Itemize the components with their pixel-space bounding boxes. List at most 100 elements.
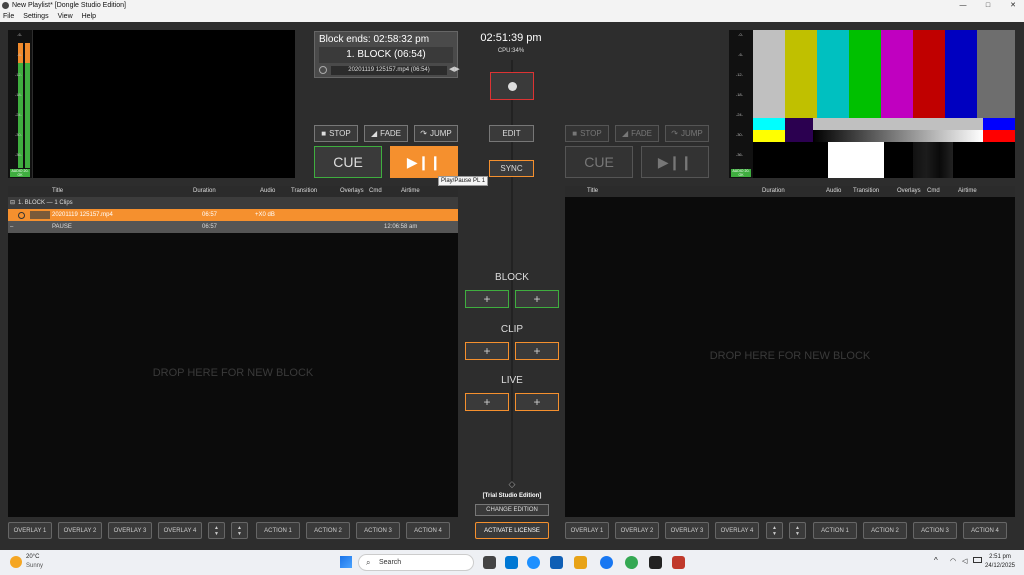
record-button[interactable] xyxy=(490,72,534,100)
action-2-left[interactable]: ACTION 2 xyxy=(306,522,350,539)
col-transition[interactable]: Transition xyxy=(291,188,317,194)
meter-level-label: -18- xyxy=(14,92,22,97)
clip-title: 20201119 125157.mp4 xyxy=(52,212,113,218)
wifi-icon[interactable]: ◠ xyxy=(950,557,956,565)
add-clip-left-button[interactable]: + xyxy=(465,342,509,360)
action-2-right[interactable]: ACTION 2 xyxy=(863,522,907,539)
updown-2-left[interactable]: ▲ ▼ xyxy=(231,522,248,539)
action-4-left[interactable]: ACTION 4 xyxy=(406,522,450,539)
drop-zone-left[interactable]: DROP HERE FOR NEW BLOCK xyxy=(8,367,458,379)
add-live-right-button[interactable]: + xyxy=(515,393,559,411)
right-list-header: Title Duration Audio Transition Overlays… xyxy=(565,186,1015,197)
jump-button-left[interactable]: ↷ JUMP xyxy=(414,125,458,142)
splitter-icon[interactable]: ◇ xyxy=(502,479,522,490)
meter-level-label: -30- xyxy=(14,132,22,137)
col-cmd[interactable]: Cmd xyxy=(927,188,940,194)
play-pause-button-left[interactable]: ▶❙❙ xyxy=(390,146,458,178)
col-duration[interactable]: Duration xyxy=(762,188,785,194)
add-clip-right-button[interactable]: + xyxy=(515,342,559,360)
store-icon[interactable] xyxy=(550,556,563,569)
pause-airtime: 12:06:58 am xyxy=(384,224,418,230)
action-1-right[interactable]: ACTION 1 xyxy=(813,522,857,539)
minimize-button[interactable]: — xyxy=(955,0,971,11)
col-audio[interactable]: Audio xyxy=(826,188,841,194)
tray-chevron-icon[interactable]: ^ xyxy=(934,556,938,565)
overlay-2-right[interactable]: OVERLAY 2 xyxy=(615,522,659,539)
action-4-right[interactable]: ACTION 4 xyxy=(963,522,1007,539)
add-block-right-button[interactable]: + xyxy=(515,290,559,308)
menu-view[interactable]: View xyxy=(58,13,73,20)
media-player-icon[interactable] xyxy=(649,556,662,569)
add-live-left-button[interactable]: + xyxy=(465,393,509,411)
clock: 02:51:39 pm xyxy=(480,32,542,44)
app-icon-red[interactable] xyxy=(672,556,685,569)
col-title[interactable]: Title xyxy=(587,188,598,194)
add-block-left-button[interactable]: + xyxy=(465,290,509,308)
action-1-left[interactable]: ACTION 1 xyxy=(256,522,300,539)
facebook-icon[interactable] xyxy=(600,556,613,569)
pause-row[interactable]: – PAUSE 06:57 12:06:58 am xyxy=(8,221,458,233)
col-transition[interactable]: Transition xyxy=(853,188,879,194)
col-overlays[interactable]: Overlays xyxy=(897,188,921,194)
audio-ok-label: AUDIO 20-OK xyxy=(731,169,751,177)
taskbar-date[interactable]: 24/12/2025 xyxy=(980,563,1020,569)
right-playlist[interactable]: DROP HERE FOR NEW BLOCK xyxy=(565,197,1015,517)
overlay-1-right[interactable]: OVERLAY 1 xyxy=(565,522,609,539)
task-view-icon[interactable] xyxy=(483,556,496,569)
overlay-1-left[interactable]: OVERLAY 1 xyxy=(8,522,52,539)
clip-thumbnail xyxy=(30,211,50,219)
col-title[interactable]: Title xyxy=(52,188,63,194)
overlay-2-left[interactable]: OVERLAY 2 xyxy=(58,522,102,539)
weather-icon[interactable] xyxy=(10,556,22,568)
file-manager-icon[interactable] xyxy=(505,556,518,569)
drop-zone-right[interactable]: DROP HERE FOR NEW BLOCK xyxy=(565,350,1015,362)
play-pause-button-right[interactable]: ▶❙❙ xyxy=(641,146,709,178)
folder-icon[interactable] xyxy=(574,556,587,569)
overlay-4-left[interactable]: OVERLAY 4 xyxy=(158,522,202,539)
updown-1-left[interactable]: ▲ ▼ xyxy=(208,522,225,539)
title-bar: New Playlist* [Dongle Studio Edition] — … xyxy=(0,0,1024,11)
overlay-4-right[interactable]: OVERLAY 4 xyxy=(715,522,759,539)
volume-icon[interactable]: ◁ xyxy=(962,557,967,565)
clip-label: CLIP xyxy=(500,324,524,335)
collapse-icon[interactable]: ⊟ xyxy=(10,197,15,209)
action-3-left[interactable]: ACTION 3 xyxy=(356,522,400,539)
cue-button-right[interactable]: CUE xyxy=(565,146,633,178)
chrome-icon[interactable] xyxy=(625,556,638,569)
menu-settings[interactable]: Settings xyxy=(23,13,48,20)
stop-button-left[interactable]: ■ STOP xyxy=(314,125,358,142)
updown-2-right[interactable]: ▲ ▼ xyxy=(789,522,806,539)
block-row[interactable]: ⊟ 1. BLOCK — 1 Clips xyxy=(8,197,458,209)
stop-button-right[interactable]: ■ STOP xyxy=(565,125,609,142)
col-airtime[interactable]: Airtime xyxy=(401,188,420,194)
col-cmd[interactable]: Cmd xyxy=(369,188,382,194)
fade-button-left[interactable]: ◢ FADE xyxy=(364,125,408,142)
overlay-3-left[interactable]: OVERLAY 3 xyxy=(108,522,152,539)
windows-start-icon[interactable] xyxy=(340,556,352,568)
skip-icon[interactable]: ◀▶ xyxy=(449,65,460,73)
sync-button[interactable]: SYNC xyxy=(489,160,534,177)
left-playlist[interactable]: ⊟ 1. BLOCK — 1 Clips 20201119 125157.mp4… xyxy=(8,197,458,517)
updown-1-right[interactable]: ▲ ▼ xyxy=(766,522,783,539)
edit-button[interactable]: EDIT xyxy=(489,125,534,142)
col-airtime[interactable]: Airtime xyxy=(958,188,977,194)
maximize-button[interactable]: □ xyxy=(980,0,996,11)
change-edition-button[interactable]: CHANGE EDITION xyxy=(475,504,549,516)
taskbar-time[interactable]: 2:51 pm xyxy=(980,554,1020,560)
close-button[interactable]: ✕ xyxy=(1005,0,1021,11)
overlay-3-right[interactable]: OVERLAY 3 xyxy=(665,522,709,539)
edge-icon[interactable] xyxy=(527,556,540,569)
search-box[interactable]: ⌕ Search xyxy=(358,554,474,571)
activate-license-button[interactable]: ACTIVATE LICENSE xyxy=(475,522,549,539)
action-3-right[interactable]: ACTION 3 xyxy=(913,522,957,539)
menu-file[interactable]: File xyxy=(3,13,14,20)
col-overlays[interactable]: Overlays xyxy=(340,188,364,194)
menu-help[interactable]: Help xyxy=(82,13,96,20)
fade-button-right[interactable]: ◢ FADE xyxy=(615,125,659,142)
color-bar xyxy=(881,30,913,118)
jump-button-right[interactable]: ↷ JUMP xyxy=(665,125,709,142)
col-audio[interactable]: Audio xyxy=(260,188,275,194)
cue-button-left[interactable]: CUE xyxy=(314,146,382,178)
clip-row[interactable]: 20201119 125157.mp4 06:57 +X0 dB xyxy=(8,209,458,221)
col-duration[interactable]: Duration xyxy=(193,188,216,194)
